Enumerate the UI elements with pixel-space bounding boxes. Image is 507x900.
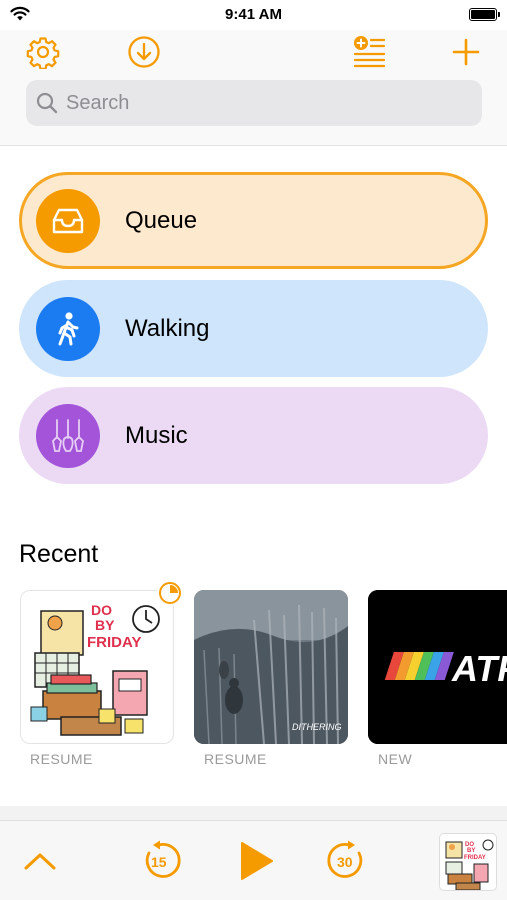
- atp-artwork: ATP: [368, 590, 507, 744]
- battery-icon: [469, 8, 500, 21]
- downloads-button[interactable]: [126, 34, 162, 70]
- dithering-artwork: DITHERING: [194, 590, 348, 744]
- svg-text:DITHERING: DITHERING: [292, 722, 342, 732]
- recent-episode-do-by-friday[interactable]: DO BY FRIDAY RESUME: [20, 590, 174, 767]
- add-playlist-icon: [353, 36, 386, 68]
- walking-icon-circle: [36, 296, 100, 361]
- plus-icon: [452, 38, 480, 66]
- header: [0, 30, 507, 146]
- playlist-walking[interactable]: Walking: [19, 280, 488, 377]
- progress-pie-icon: [159, 582, 181, 604]
- skip-forward-button[interactable]: 30: [325, 839, 369, 883]
- svg-text:DO: DO: [91, 602, 112, 618]
- recent-episode-dithering[interactable]: DITHERING RESUME: [194, 590, 348, 767]
- inbox-tray-icon: [52, 208, 84, 233]
- download-icon: [128, 36, 160, 68]
- search-bar[interactable]: [26, 80, 482, 126]
- playlist-queue[interactable]: Queue: [19, 172, 488, 269]
- settings-button[interactable]: [25, 34, 61, 70]
- svg-text:BY: BY: [95, 617, 115, 633]
- playlist-label: Queue: [125, 206, 198, 234]
- svg-text:BY: BY: [467, 848, 475, 854]
- recent-section-title: Recent: [19, 540, 99, 568]
- expand-player-button[interactable]: [20, 843, 60, 879]
- walking-person-icon: [58, 311, 79, 345]
- add-button[interactable]: [448, 34, 484, 70]
- skip-back-seconds: 15: [151, 854, 167, 870]
- episode-status-label: RESUME: [204, 751, 267, 767]
- queue-icon-circle: [36, 188, 100, 253]
- do-by-friday-artwork: DO BY FRIDAY: [20, 590, 174, 744]
- music-icon-circle: [36, 403, 100, 468]
- recent-episode-atp[interactable]: ATP NEW: [368, 590, 507, 767]
- playlist-music[interactable]: Music: [19, 387, 488, 484]
- search-icon: [36, 92, 58, 114]
- chevron-up-icon: [24, 853, 56, 870]
- status-bar: 9:41 AM: [0, 0, 507, 30]
- skip-forward-seconds: 30: [337, 854, 353, 870]
- now-playing-artwork[interactable]: DO BY FRIDAY: [439, 833, 497, 891]
- svg-text:FRIDAY: FRIDAY: [464, 855, 486, 861]
- playlist-label: Music: [125, 421, 188, 449]
- search-input[interactable]: [66, 91, 466, 115]
- guitars-icon: [52, 418, 84, 452]
- skip-back-button[interactable]: 15: [139, 839, 183, 883]
- gear-icon: [26, 37, 60, 69]
- new-playlist-button[interactable]: [350, 33, 388, 69]
- section-divider: [0, 806, 507, 820]
- progress-badge: [157, 580, 183, 606]
- play-button[interactable]: [236, 839, 276, 883]
- playlist-label: Walking: [125, 314, 210, 342]
- play-icon: [241, 842, 273, 880]
- episode-status-label: NEW: [378, 751, 413, 767]
- status-time: 9:41 AM: [225, 6, 282, 23]
- svg-text:FRIDAY: FRIDAY: [87, 634, 141, 651]
- episode-status-label: RESUME: [30, 751, 93, 767]
- svg-text:ATP: ATP: [451, 648, 507, 689]
- mini-player: 15 30 DO BY FRIDAY: [0, 820, 507, 900]
